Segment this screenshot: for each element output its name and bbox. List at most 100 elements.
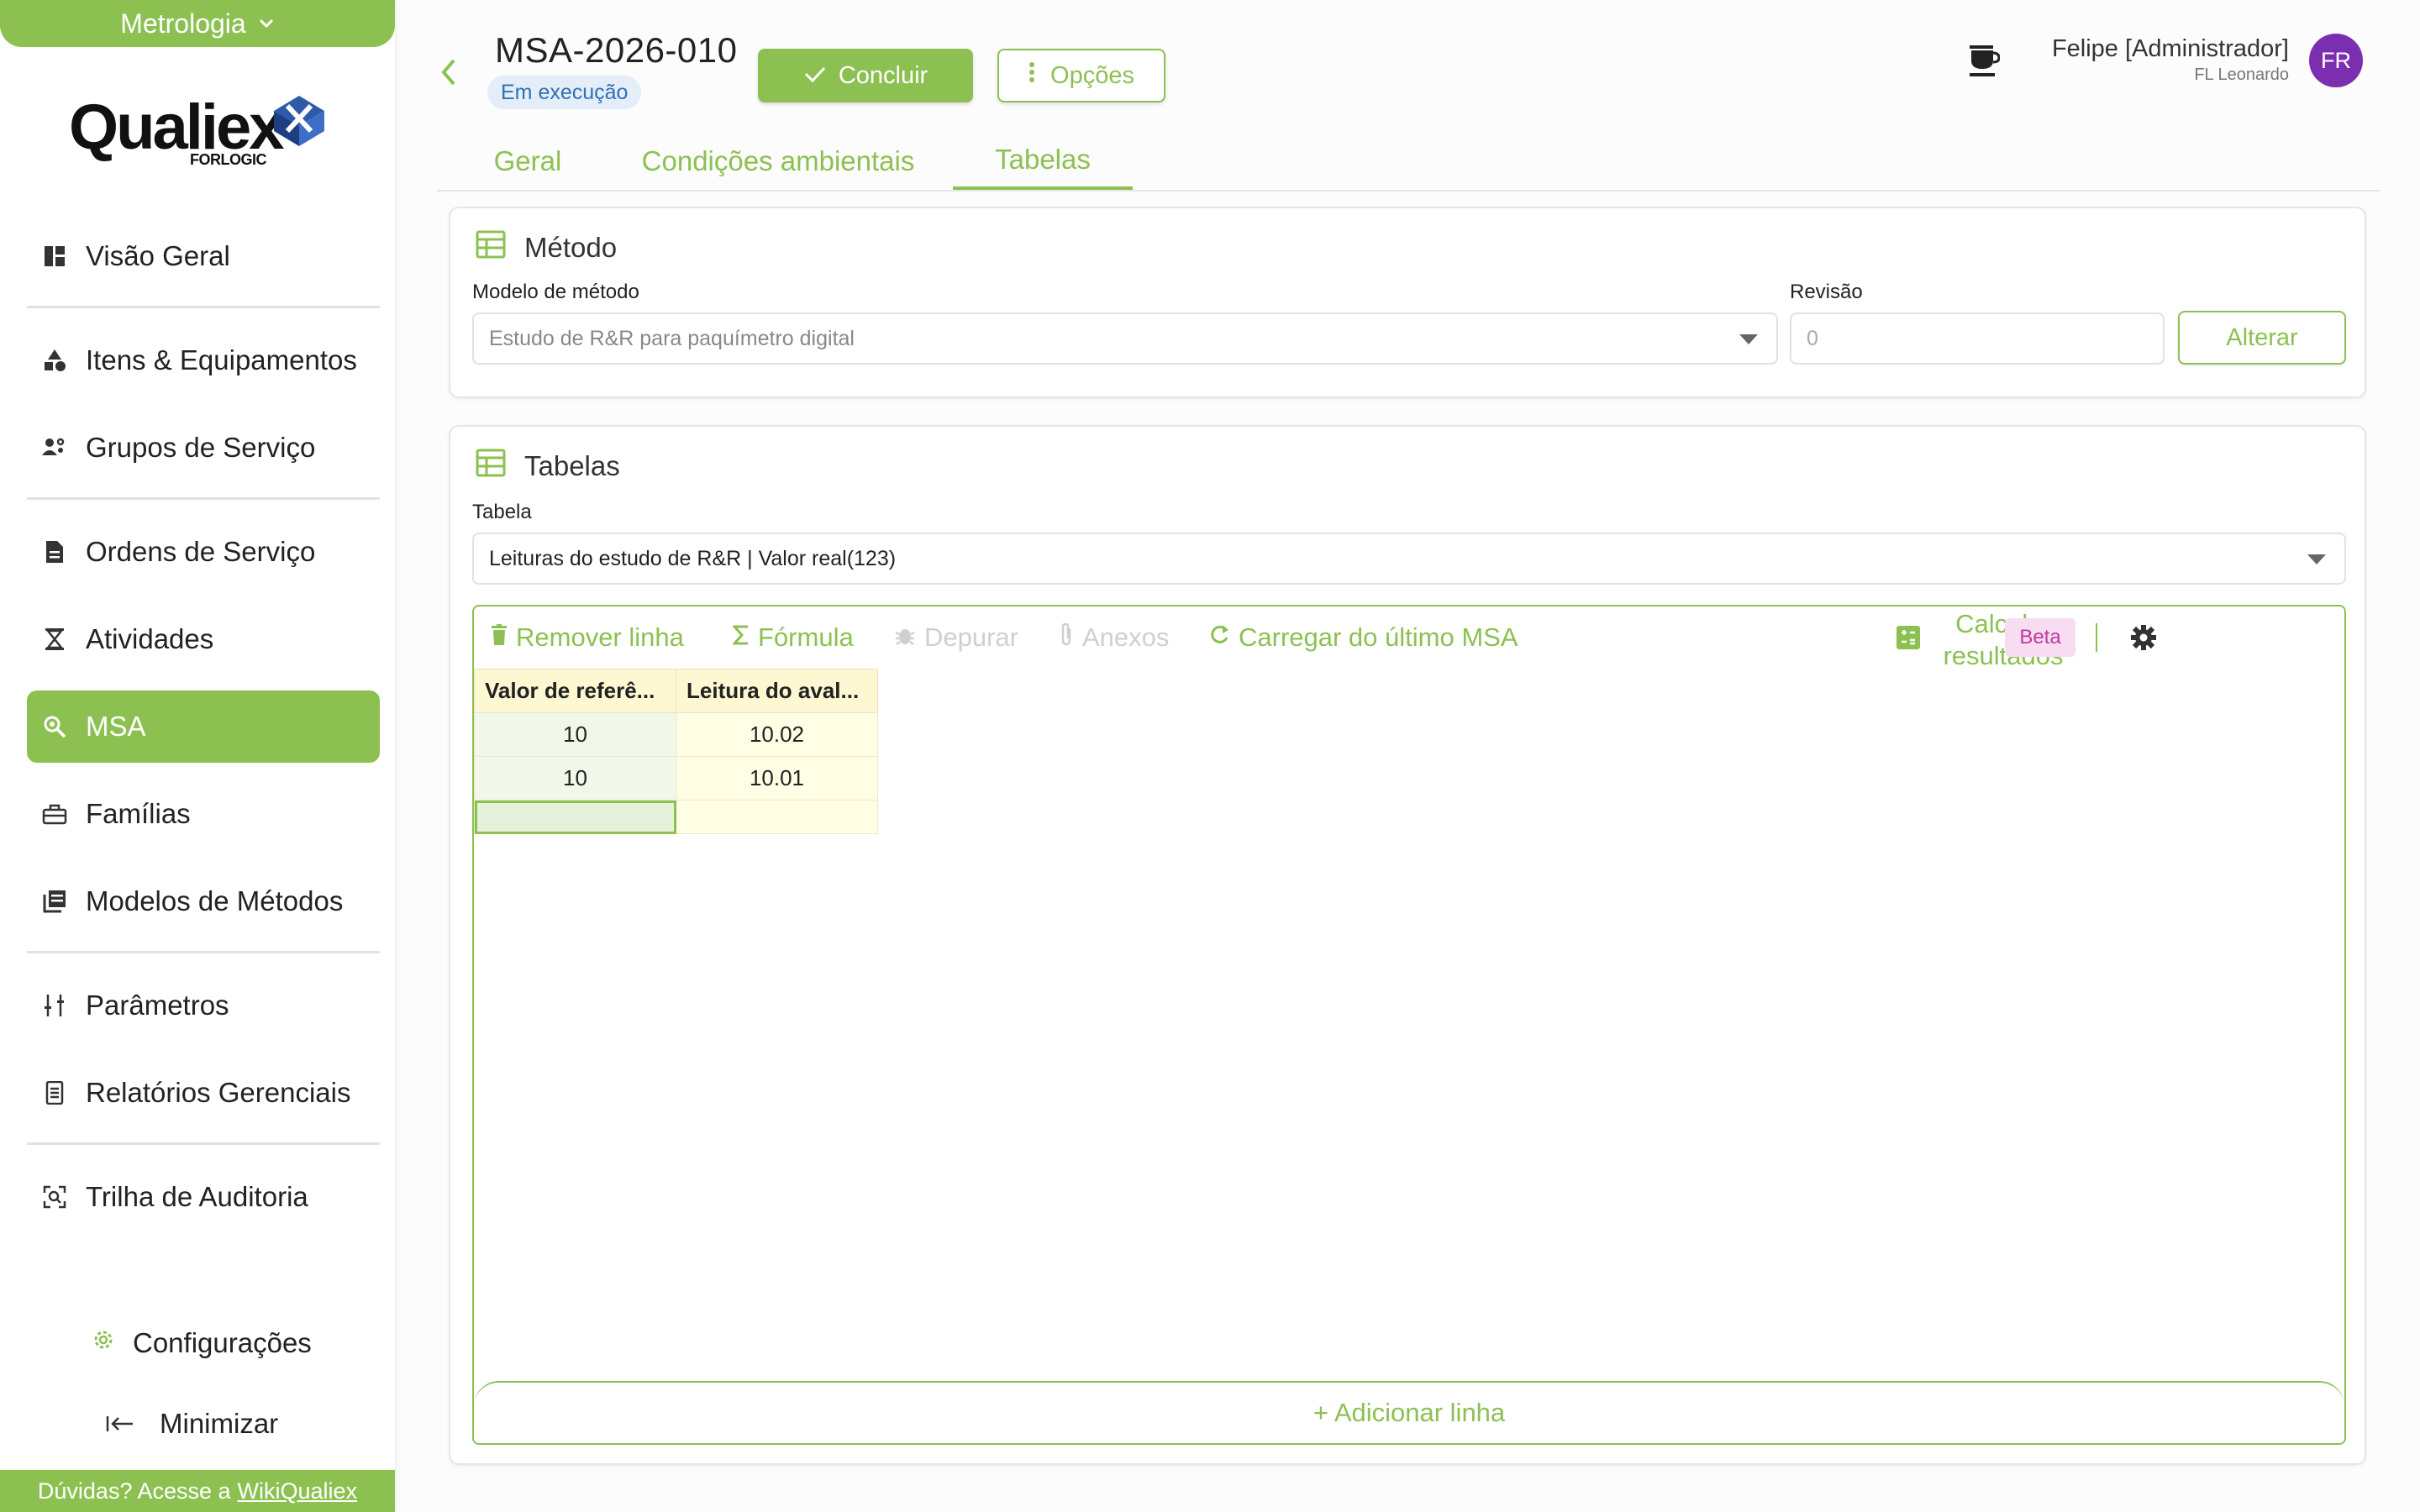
options-button[interactable]: Opções xyxy=(997,49,1165,102)
method-model-select[interactable]: Estudo de R&R para paquímetro digital xyxy=(472,312,1778,365)
sidebar-item-label: Trilha de Auditoria xyxy=(86,1181,308,1212)
wiki-link[interactable]: WikiQualiex xyxy=(238,1478,358,1504)
beta-badge: Beta xyxy=(2005,618,2075,657)
report-icon xyxy=(42,1080,67,1105)
gear-icon[interactable] xyxy=(2129,623,2158,656)
table-row: 10 10.01 xyxy=(474,756,878,801)
column-header-reference[interactable]: Valor de referê... xyxy=(474,669,676,713)
spreadsheet: Remover linha Fórmula Depurar Anexos Car… xyxy=(472,605,2346,1445)
options-label: Opções xyxy=(1050,61,1134,89)
tab-tabelas[interactable]: Tabelas xyxy=(953,133,1133,190)
avatar[interactable]: FR xyxy=(2309,34,2363,87)
sidebar-item-parametros[interactable]: Parâmetros xyxy=(27,969,380,1042)
gear-icon xyxy=(91,1327,116,1359)
settings-button[interactable]: Configurações xyxy=(91,1327,312,1359)
help-text: Dúvidas? Acesse a xyxy=(37,1478,231,1504)
table-select[interactable]: Leituras do estudo de R&R | Valor real(1… xyxy=(472,533,2346,585)
finish-button[interactable]: Concluir xyxy=(758,49,973,102)
sidebar-item-relatorios[interactable]: Relatórios Gerenciais xyxy=(27,1057,380,1129)
table-cell[interactable] xyxy=(676,800,878,834)
table-icon xyxy=(476,449,506,484)
sidebar-item-label: Relatórios Gerenciais xyxy=(86,1077,351,1108)
minimize-button[interactable]: Minimizar xyxy=(106,1408,278,1440)
remove-row-button[interactable]: Remover linha xyxy=(491,618,684,657)
library-icon xyxy=(42,889,67,914)
paperclip-icon xyxy=(1059,622,1074,654)
toolbox-icon xyxy=(42,801,67,827)
tab-geral[interactable]: Geral xyxy=(477,133,578,190)
sidebar-item-msa[interactable]: MSA xyxy=(27,690,380,763)
divider xyxy=(27,306,380,308)
card-title-text: Tabelas xyxy=(524,450,620,481)
sliders-icon xyxy=(42,993,67,1018)
revision-input[interactable]: 0 xyxy=(1790,312,2165,365)
tables-card-title: Tabelas xyxy=(476,449,620,484)
table-icon xyxy=(476,230,506,265)
change-method-button[interactable]: Alterar xyxy=(2178,311,2346,365)
back-button[interactable] xyxy=(439,57,459,92)
tab-bar: Geral Condições ambientais Tabelas xyxy=(437,126,2380,192)
sidebar-item-itens-equipamentos[interactable]: Itens & Equipamentos xyxy=(27,324,380,396)
table-row: 10 10.02 xyxy=(474,712,878,757)
sidebar-item-atividades[interactable]: Atividades xyxy=(27,603,380,675)
status-badge: Em execução xyxy=(487,76,642,109)
sidebar-item-familias[interactable]: Famílias xyxy=(27,778,380,850)
help-bar: Dúvidas? Acesse a WikiQualiex xyxy=(0,1470,395,1512)
remove-row-label: Remover linha xyxy=(516,622,684,652)
formula-button[interactable]: Fórmula xyxy=(731,618,854,657)
sidebar-item-label: MSA xyxy=(86,711,146,742)
sidebar-item-modelos-metodos[interactable]: Modelos de Métodos xyxy=(27,865,380,937)
tab-condicoes-ambientais[interactable]: Condições ambientais xyxy=(627,133,929,190)
coffee-icon[interactable] xyxy=(1966,42,2001,83)
sidebar-item-grupos-servico[interactable]: Grupos de Serviço xyxy=(27,412,380,484)
document-icon xyxy=(42,539,67,564)
table-header-row: Valor de referê... Leitura do aval... xyxy=(474,669,878,713)
module-selector[interactable]: Metrologia xyxy=(0,0,395,47)
sidebar-item-ordens-servico[interactable]: Ordens de Serviço xyxy=(27,516,380,588)
data-table: Valor de referê... Leitura do aval... 10… xyxy=(474,669,878,834)
logo-mark-icon xyxy=(274,96,324,146)
column-header-reading[interactable]: Leitura do aval... xyxy=(676,669,878,713)
table-cell[interactable]: 10.01 xyxy=(676,756,878,801)
sidebar-item-label: Modelos de Métodos xyxy=(86,885,344,916)
more-vertical-icon xyxy=(1028,61,1035,90)
sidebar-item-label: Grupos de Serviço xyxy=(86,432,316,463)
load-last-msa-button[interactable]: Carregar do último MSA xyxy=(1208,618,1518,657)
sidebar-item-visao-geral[interactable]: Visão Geral xyxy=(27,220,380,292)
table-select-value: Leituras do estudo de R&R | Valor real(1… xyxy=(489,546,897,570)
card-title-text: Método xyxy=(524,232,618,263)
chevron-down-icon xyxy=(258,13,275,34)
divider xyxy=(27,1142,380,1145)
collapse-left-icon xyxy=(106,1408,134,1440)
attachments-label: Anexos xyxy=(1082,622,1170,652)
sidebar-item-label: Itens & Equipamentos xyxy=(86,344,357,375)
formula-label: Fórmula xyxy=(758,622,854,652)
page-title: MSA-2026-010 xyxy=(495,30,738,70)
revision-value: 0 xyxy=(1807,326,1818,350)
sidebar-item-label: Parâmetros xyxy=(86,990,229,1021)
scan-icon xyxy=(42,1184,67,1210)
attachments-button[interactable]: Anexos xyxy=(1059,618,1169,657)
sigma-icon xyxy=(731,622,750,653)
calculator-icon[interactable] xyxy=(1896,625,1921,654)
divider xyxy=(27,497,380,500)
shapes-icon xyxy=(42,348,67,373)
settings-label: Configurações xyxy=(133,1327,312,1358)
debug-label: Depurar xyxy=(924,622,1018,652)
model-label: Modelo de método xyxy=(472,281,639,303)
table-cell-selected[interactable] xyxy=(474,800,676,834)
minimize-label: Minimizar xyxy=(160,1408,279,1439)
table-label: Tabela xyxy=(472,501,532,523)
add-row-button[interactable]: + Adicionar linha xyxy=(474,1381,2344,1443)
table-row-empty xyxy=(474,800,878,834)
table-cell[interactable]: 10 xyxy=(474,756,676,801)
debug-button[interactable]: Depurar xyxy=(894,618,1018,657)
tables-card: Tabelas Tabela Leituras do estudo de R&R… xyxy=(449,425,2366,1465)
sidebar-item-trilha-auditoria[interactable]: Trilha de Auditoria xyxy=(27,1161,380,1233)
user-company: FL Leonardo xyxy=(2194,66,2289,84)
divider xyxy=(27,951,380,953)
sidebar: Metrologia Qualiex FORLOGIC Visão Geral … xyxy=(0,0,395,1512)
table-cell[interactable]: 10 xyxy=(474,712,676,757)
table-cell[interactable]: 10.02 xyxy=(676,712,878,757)
sidebar-item-label: Ordens de Serviço xyxy=(86,536,316,567)
